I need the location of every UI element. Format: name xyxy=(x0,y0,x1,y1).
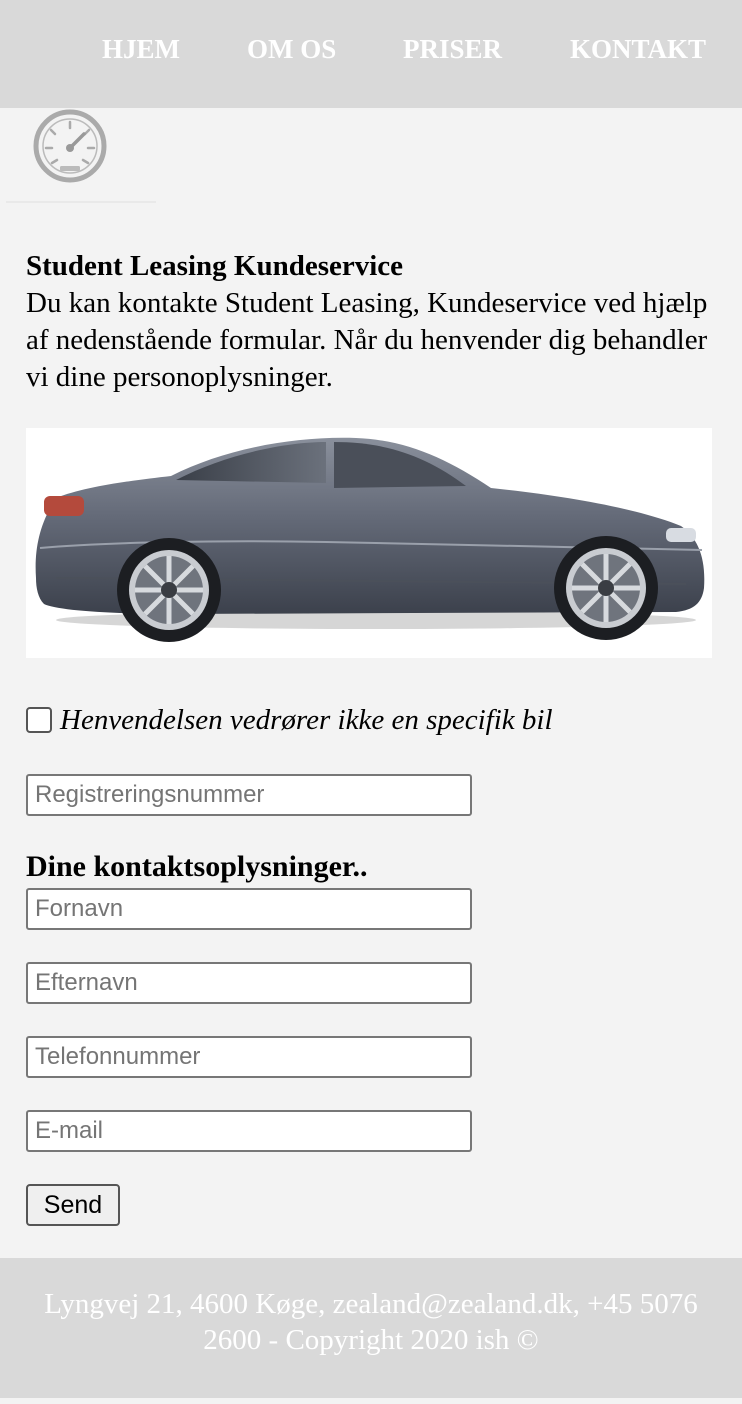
send-button[interactable]: Send xyxy=(26,1184,120,1226)
nav-link-kontakt[interactable]: KONTAKT xyxy=(570,34,706,65)
speedometer-icon[interactable] xyxy=(30,108,112,190)
registration-number-input[interactable] xyxy=(26,774,472,816)
email-input[interactable] xyxy=(26,1110,472,1152)
logo-tagline-decoration xyxy=(6,194,156,204)
nav-link-hjem[interactable]: HJEM xyxy=(102,34,180,65)
no-specific-car-row: Henvendelsen vedrører ikke en specifik b… xyxy=(26,702,553,737)
lastname-input[interactable] xyxy=(26,962,472,1004)
nav-link-priser[interactable]: PRISER xyxy=(403,34,502,65)
intro-text: Du kan kontakte Student Leasing, Kundese… xyxy=(26,287,708,393)
intro-section: Student Leasing Kundeservice Du kan kont… xyxy=(26,248,716,396)
firstname-input[interactable] xyxy=(26,888,472,930)
nav-link-om-os[interactable]: OM OS xyxy=(247,34,336,65)
footer: Lyngvej 21, 4600 Køge, zealand@zealand.d… xyxy=(0,1258,742,1398)
no-specific-car-checkbox[interactable] xyxy=(26,706,52,733)
footer-contact-text: Lyngvej 21, 4600 Køge, zealand@zealand.d… xyxy=(44,1288,698,1356)
top-navbar: HJEM OM OS PRISER KONTAKT xyxy=(0,0,742,108)
contact-info-heading: Dine kontaktsoplysninger.. xyxy=(26,850,368,883)
no-specific-car-label[interactable]: Henvendelsen vedrører ikke en specifik b… xyxy=(60,704,553,737)
phone-input[interactable] xyxy=(26,1036,472,1078)
car-image xyxy=(26,428,712,658)
page-title: Student Leasing Kundeservice xyxy=(26,250,404,282)
